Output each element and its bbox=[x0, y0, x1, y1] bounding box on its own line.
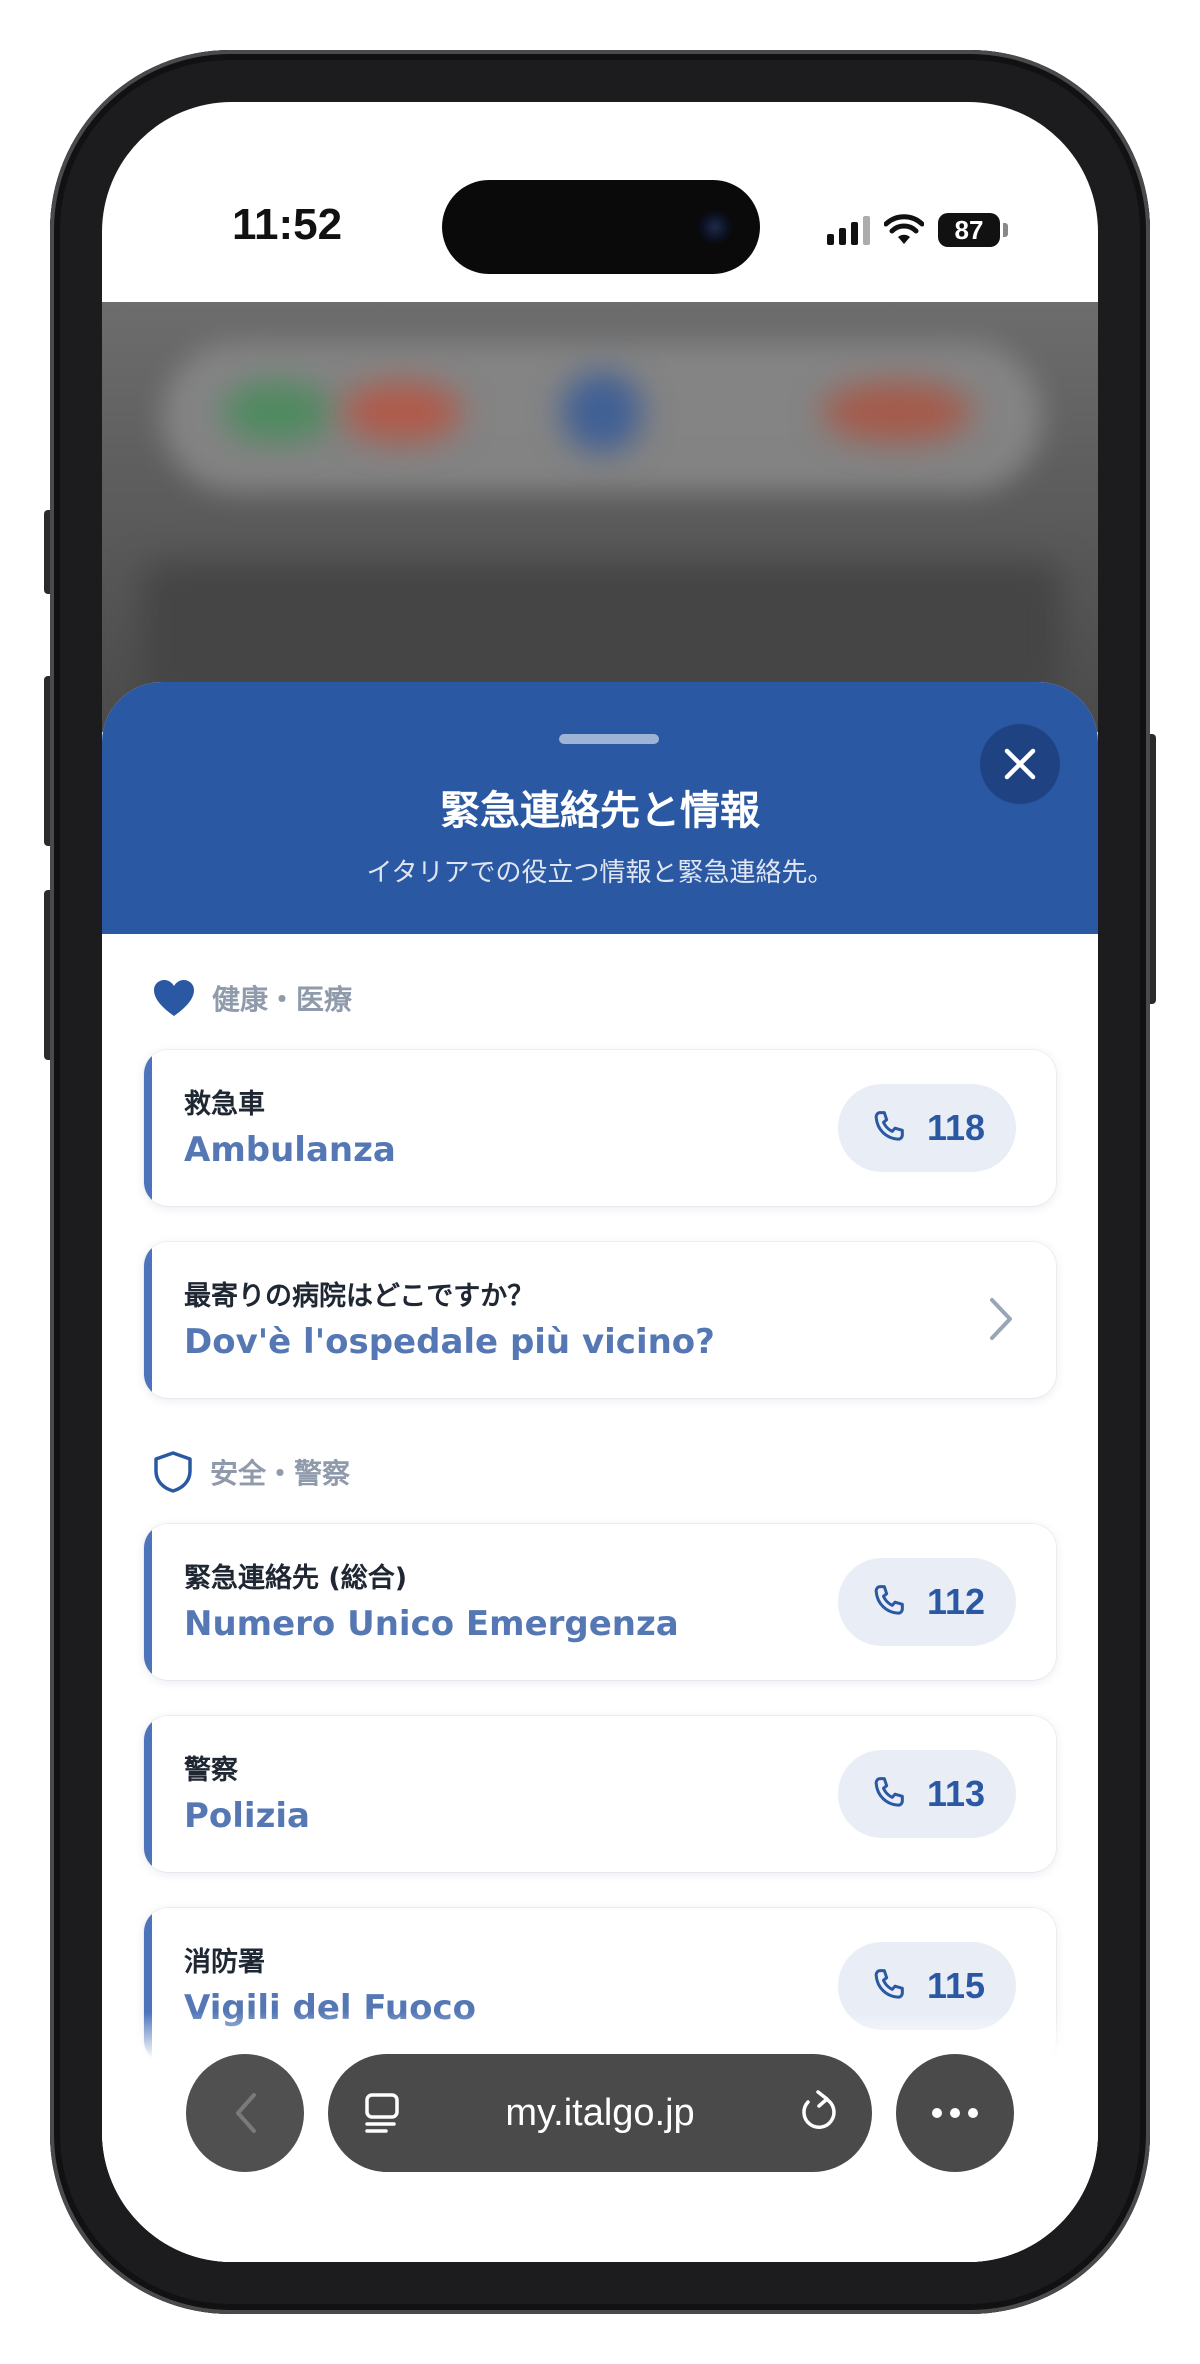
call-number: 118 bbox=[926, 1107, 986, 1148]
contact-card-police[interactable]: 警察 Polizia 113 bbox=[144, 1716, 1056, 1872]
reload-icon[interactable] bbox=[796, 2090, 840, 2136]
ellipsis-icon bbox=[932, 2108, 978, 2118]
url-text: my.italgo.jp bbox=[505, 2091, 695, 2134]
call-button-112[interactable]: 112 bbox=[838, 1558, 1016, 1646]
heart-icon bbox=[154, 980, 194, 1016]
blurred-spot bbox=[142, 562, 1062, 702]
phone-frame: 11:52 87 緊急連絡先と情報 イタリアでの役立つ情報と緊急連絡先。 健康・… bbox=[50, 50, 1150, 2314]
battery-icon: 87 bbox=[938, 213, 1000, 247]
section-header-safety: 安全・警察 bbox=[144, 1442, 1056, 1502]
sheet-subtitle: イタリアでの役立つ情報と緊急連絡先。 bbox=[366, 858, 834, 888]
wifi-icon bbox=[884, 214, 924, 244]
status-time: 11:52 bbox=[231, 200, 343, 249]
card-japanese-label: 緊急連絡先 (総合) bbox=[184, 1563, 408, 1594]
tab-overview-icon bbox=[365, 2093, 399, 2133]
info-card-nearest-hospital[interactable]: 最寄りの病院はどこですか？ Dov'è l'ospedale più vicin… bbox=[144, 1242, 1056, 1398]
chevron-right-icon bbox=[990, 1298, 1012, 1340]
card-italian-label: Polizia bbox=[184, 1796, 310, 1836]
card-italian-label: Ambulanza bbox=[184, 1130, 396, 1170]
more-button[interactable] bbox=[896, 2054, 1014, 2172]
sheet-content: 健康・医療 救急車 Ambulanza 118 最寄りの病院はどこですか？ Do… bbox=[102, 968, 1098, 2064]
browser-toolbar: my.italgo.jp bbox=[102, 2012, 1098, 2262]
camera-icon bbox=[698, 210, 732, 244]
call-number: 112 bbox=[926, 1581, 986, 1622]
card-japanese-label: 警察 bbox=[184, 1755, 238, 1786]
dynamic-island bbox=[442, 180, 760, 274]
call-number: 113 bbox=[926, 1773, 986, 1814]
call-number: 115 bbox=[926, 1965, 986, 2006]
address-bar[interactable]: my.italgo.jp bbox=[328, 2054, 872, 2172]
phone-icon bbox=[874, 1969, 904, 1999]
close-icon bbox=[1004, 748, 1036, 780]
section-label: 健康・医療 bbox=[212, 983, 353, 1016]
section-header-health: 健康・医療 bbox=[144, 968, 1056, 1028]
sheet-grabber[interactable] bbox=[559, 734, 659, 744]
contact-card-ambulance[interactable]: 救急車 Ambulanza 118 bbox=[144, 1050, 1056, 1206]
section-label: 安全・警察 bbox=[210, 1457, 351, 1490]
sheet-header: 緊急連絡先と情報 イタリアでの役立つ情報と緊急連絡先。 bbox=[102, 682, 1098, 934]
status-icons: 87 bbox=[827, 210, 1008, 250]
cellular-signal-icon bbox=[827, 215, 870, 245]
background-page-blurred bbox=[102, 302, 1098, 732]
call-button-118[interactable]: 118 bbox=[838, 1084, 1016, 1172]
phone-icon bbox=[874, 1111, 904, 1141]
card-japanese-label: 消防署 bbox=[184, 1947, 265, 1978]
contact-card-general-emergency[interactable]: 緊急連絡先 (総合) Numero Unico Emergenza 112 bbox=[144, 1524, 1056, 1680]
screen: 11:52 87 緊急連絡先と情報 イタリアでの役立つ情報と緊急連絡先。 健康・… bbox=[102, 102, 1098, 2262]
battery-level: 87 bbox=[954, 214, 984, 245]
shield-icon bbox=[154, 1451, 192, 1493]
call-button-113[interactable]: 113 bbox=[838, 1750, 1016, 1838]
battery-tip bbox=[1003, 223, 1008, 237]
card-japanese-label: 最寄りの病院はどこですか？ bbox=[184, 1281, 535, 1312]
blurred-spot bbox=[562, 372, 642, 452]
chevron-left-icon bbox=[236, 2093, 256, 2133]
card-italian-label: Numero Unico Emergenza bbox=[184, 1604, 679, 1644]
back-button[interactable] bbox=[186, 2054, 304, 2172]
blurred-spot bbox=[222, 382, 332, 442]
blurred-spot bbox=[822, 382, 972, 442]
sheet-title: 緊急連絡先と情報 bbox=[440, 788, 760, 834]
blurred-spot bbox=[342, 382, 462, 442]
card-italian-label: Dov'è l'ospedale più vicino? bbox=[184, 1322, 715, 1362]
card-japanese-label: 救急車 bbox=[184, 1089, 265, 1120]
phone-icon bbox=[874, 1585, 904, 1615]
phone-icon bbox=[874, 1777, 904, 1807]
